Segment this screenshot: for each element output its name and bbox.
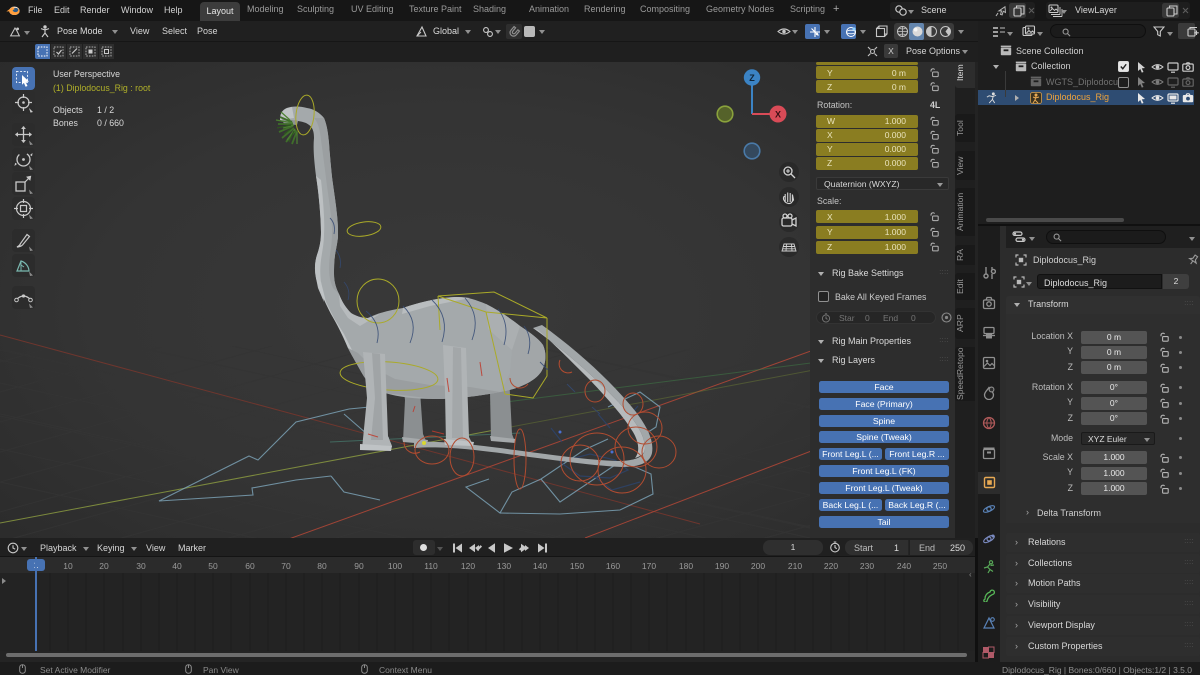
svg-text:150: 150 [570, 561, 584, 571]
svg-text:190: 190 [715, 561, 729, 571]
svg-text:50: 50 [208, 561, 218, 571]
svg-text:240: 240 [897, 561, 911, 571]
svg-text:170: 170 [642, 561, 656, 571]
svg-text:180: 180 [679, 561, 693, 571]
svg-text:250: 250 [933, 561, 947, 571]
svg-text:70: 70 [281, 561, 291, 571]
svg-text:X: X [775, 109, 781, 119]
svg-text:140: 140 [533, 561, 547, 571]
svg-text:60: 60 [245, 561, 255, 571]
svg-text:110: 110 [424, 561, 438, 571]
svg-text:20: 20 [99, 561, 109, 571]
svg-text:40: 40 [172, 561, 182, 571]
svg-text:120: 120 [461, 561, 475, 571]
svg-text:100: 100 [388, 561, 402, 571]
svg-text:210: 210 [788, 561, 802, 571]
svg-text:30: 30 [136, 561, 146, 571]
svg-text:160: 160 [606, 561, 620, 571]
svg-text:10: 10 [63, 561, 73, 571]
svg-text:Z: Z [749, 73, 755, 83]
svg-text:90: 90 [354, 561, 364, 571]
svg-text:230: 230 [860, 561, 874, 571]
svg-text:200: 200 [751, 561, 765, 571]
svg-text:220: 220 [824, 561, 838, 571]
svg-text:130: 130 [497, 561, 511, 571]
svg-text:80: 80 [317, 561, 327, 571]
